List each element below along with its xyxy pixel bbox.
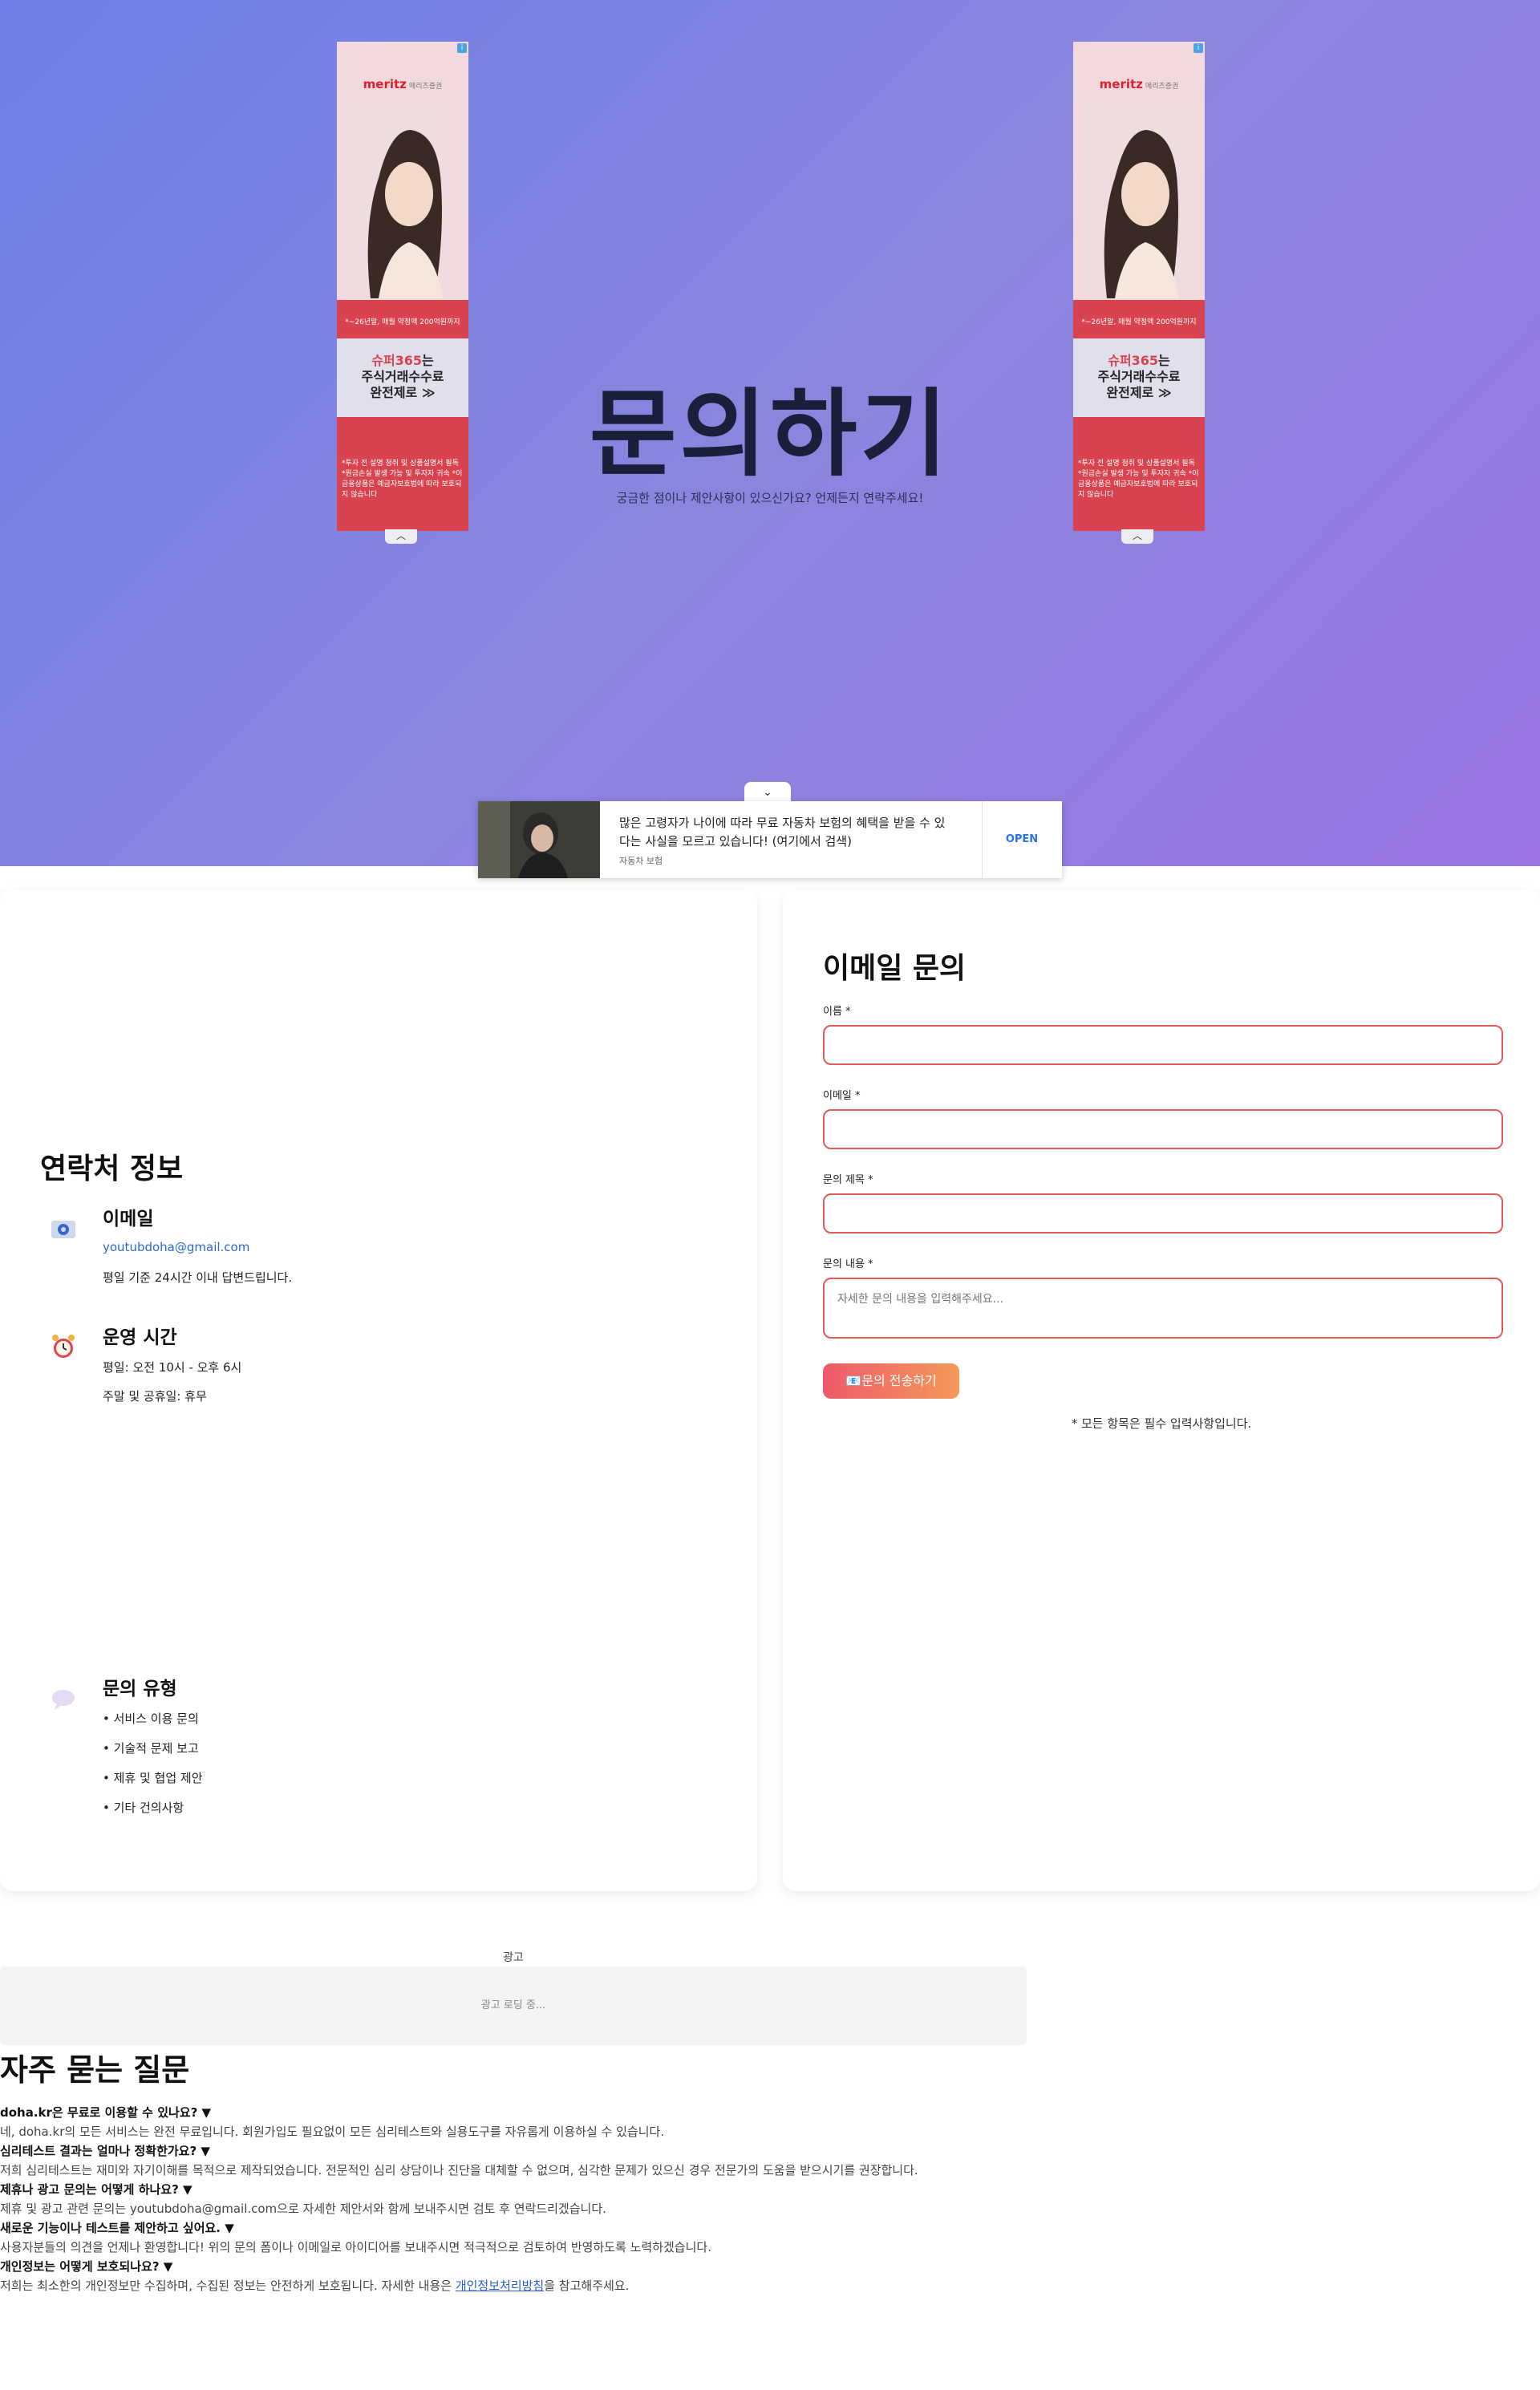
contact-info-title: 연락처 정보 [40, 1152, 184, 1185]
email-field[interactable] [823, 1109, 1503, 1149]
faq-question[interactable]: 제휴나 광고 문의는 어떻게 하나요? ▼ [0, 2180, 1283, 2199]
alarm-clock-icon [52, 1335, 75, 1358]
ad-model-photo [1083, 98, 1195, 298]
ad-slot-label: 광고 [503, 1951, 524, 1964]
subject-label: 문의 제목 * [823, 1174, 873, 1186]
faq-answer: 네, doha.kr의 모든 서비스는 완전 무료입니다. 회원가입도 필요없이… [0, 2125, 665, 2139]
sticky-ad-thumbnail [478, 801, 600, 878]
message-label: 문의 내용 * [823, 1258, 873, 1270]
inquiry-types-title: 문의 유형 [103, 1679, 177, 1699]
ad-collapse-right-button[interactable]: ︿ [1121, 529, 1153, 544]
faq-title: 자주 묻는 질문 [0, 2052, 190, 2088]
ad-disclaimer: *투자 전 설명 청취 및 상품설명서 필독 *원금손실 발생 가능 및 투자자… [337, 417, 468, 531]
page-title: 문의하기 [589, 379, 951, 489]
ad-collapse-left-button[interactable]: ︿ [385, 529, 417, 544]
faq-answer: 사용자분들의 의견을 언제나 환영합니다! 위의 문의 폼이나 이메일로 아이디… [0, 2240, 711, 2254]
submit-button[interactable]: 📧문의 전송하기 [823, 1363, 959, 1399]
name-label: 이름 * [823, 1006, 851, 1018]
faq-question[interactable]: 개인정보는 어떻게 보호되나요? ▼ [0, 2257, 1283, 2276]
ad-model-photo [346, 98, 459, 298]
inquiry-type-item: • 기타 건의사항 [103, 1801, 184, 1815]
ad-info-icon[interactable]: i [457, 43, 467, 53]
faq-answer: 저희는 최소한의 개인정보만 수집하며, 수집된 정보는 안전하게 보호됩니다.… [0, 2279, 630, 2293]
email-form-title: 이메일 문의 [823, 952, 967, 985]
ad-brand-logo: meritz 메리츠증권 [1099, 77, 1179, 91]
faq-question[interactable]: 심리테스트 결과는 얼마나 정확한가요? ▼ [0, 2141, 1283, 2161]
required-note: * 모든 항목은 필수 입력사항입니다. [1071, 1416, 1252, 1431]
privacy-policy-link[interactable]: 개인정보처리방침 [456, 2279, 544, 2293]
ad-info-icon[interactable]: i [1194, 43, 1203, 53]
faq-question[interactable]: doha.kr은 무료로 이용할 수 있나요? ▼ [0, 2103, 1283, 2122]
hero-banner: 문의하기 궁금한 점이나 제안사항이 있으신가요? 언제든지 연락주세요! [0, 0, 1540, 866]
ad-slot-placeholder: 광고 로딩 중... [0, 1967, 1027, 2045]
email-title: 이메일 [103, 1209, 154, 1229]
ad-disclaimer: *투자 전 설명 청취 및 상품설명서 필독 *원금손실 발생 가능 및 투자자… [1073, 417, 1205, 531]
faq-question[interactable]: 새로운 기능이나 테스트를 제안하고 싶어요. ▼ [0, 2218, 1283, 2238]
faq-answer: 제휴 및 광고 관련 문의는 youtubdoha@gmail.com으로 자세… [0, 2202, 606, 2216]
email-label: 이메일 * [823, 1090, 861, 1102]
subject-field[interactable] [823, 1193, 1503, 1233]
email-note: 평일 기준 24시간 이내 답변드립니다. [103, 1270, 293, 1285]
email-form-card: 이메일 문의 이름 * 이메일 * 문의 제목 * 문의 내용 * 📧문의 전송… [783, 890, 1540, 1891]
speech-bubble-icon [52, 1690, 75, 1710]
side-ad-right[interactable]: i meritz 메리츠증권 *~26년말, 매월 약정액 200억원까지 슈퍼3… [1073, 42, 1205, 531]
inquiry-type-item: • 서비스 이용 문의 [103, 1711, 199, 1726]
ad-headline: 슈퍼365는 주식거래수수료 완전제로 ≫ [337, 338, 468, 417]
ad-brand-logo: meritz 메리츠증권 [363, 77, 443, 91]
faq-list: doha.kr은 무료로 이용할 수 있나요? ▼ 네, doha.kr의 모든… [0, 2103, 1283, 2295]
hours-weekday: 평일: 오전 10시 - 오후 6시 [103, 1360, 242, 1375]
inquiry-type-item: • 기술적 문제 보고 [103, 1741, 199, 1756]
hours-title: 운영 시간 [103, 1327, 177, 1348]
ad-headline: 슈퍼365는 주식거래수수료 완전제로 ≫ [1073, 338, 1205, 417]
side-ad-left[interactable]: i meritz 메리츠증권 *~26년말, 매월 약정액 200억원까지 슈퍼3… [337, 42, 468, 531]
contact-info-card: 연락처 정보 이메일 youtubdoha@gmail.com 평일 기준 24… [0, 890, 757, 1891]
message-field[interactable] [823, 1278, 1503, 1339]
page-subtitle: 궁금한 점이나 제안사항이 있으신가요? 언제든지 연락주세요! [616, 491, 924, 505]
faq-answer: 저희 심리테스트는 재미와 자기이해를 목적으로 제작되었습니다. 전문적인 심… [0, 2163, 918, 2177]
email-address-link[interactable]: youtubdoha@gmail.com [103, 1240, 249, 1254]
ad-red-note: *~26년말, 매월 약정액 200억원까지 [337, 300, 468, 338]
hours-weekend: 주말 및 공휴일: 휴무 [103, 1389, 207, 1404]
sticky-ad-banner[interactable]: 많은 고령자가 나이에 따라 무료 자동차 보험의 혜택을 받을 수 있다는 사… [478, 801, 1062, 878]
inquiry-type-item: • 제휴 및 협업 제안 [103, 1771, 203, 1785]
email-icon [51, 1221, 75, 1238]
sticky-ad-source: 자동차 보험 [619, 856, 663, 866]
sticky-ad-text: 많은 고령자가 나이에 따라 무료 자동차 보험의 혜택을 받을 수 있다는 사… [619, 816, 946, 849]
sticky-ad-open-button[interactable]: OPEN [982, 801, 1062, 878]
sticky-ad-toggle-button[interactable]: ⌄ [744, 782, 791, 803]
name-field[interactable] [823, 1025, 1503, 1065]
ad-red-note: *~26년말, 매월 약정액 200억원까지 [1073, 300, 1205, 338]
